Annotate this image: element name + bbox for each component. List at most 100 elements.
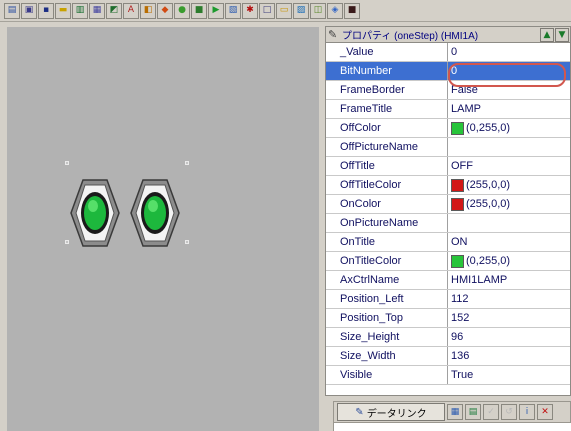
property-value[interactable]: (255,0,0) <box>448 195 570 213</box>
property-value[interactable]: True <box>448 366 570 384</box>
undo-button[interactable]: ↺ <box>501 404 517 420</box>
play-icon[interactable]: ▶ <box>208 2 224 19</box>
property-value[interactable]: (0,255,0) <box>448 119 570 137</box>
property-row[interactable]: OnTitleColor (0,255,0) <box>326 252 570 271</box>
property-value[interactable]: HMI1LAMP <box>448 271 570 289</box>
grid-button[interactable]: ▦ <box>447 404 463 420</box>
property-name: OnPictureName <box>326 214 448 232</box>
resize-handle[interactable] <box>65 161 69 165</box>
resize-handle[interactable] <box>185 240 189 244</box>
lamp-control-1[interactable] <box>69 177 121 249</box>
paint-icon[interactable]: ◈ <box>327 2 343 19</box>
property-row[interactable]: FrameTitle LAMP <box>326 100 570 119</box>
design-canvas[interactable] <box>7 27 319 431</box>
property-value[interactable]: (0,255,0) <box>448 252 570 270</box>
view-icon[interactable]: ▨ <box>293 2 309 19</box>
chart-icon[interactable]: ▥ <box>72 2 88 19</box>
property-row[interactable]: OnColor (255,0,0) <box>326 195 570 214</box>
lamp-icon <box>70 179 120 247</box>
property-name: OnColor <box>326 195 448 213</box>
property-value[interactable]: 136 <box>448 347 570 365</box>
datalink-tab[interactable]: ✎ データリンク <box>337 403 445 421</box>
property-value-text: OFF <box>451 160 473 172</box>
property-name: OnTitle <box>326 233 448 251</box>
switch-tool-icon[interactable]: ■ <box>191 2 207 19</box>
property-value[interactable]: 152 <box>448 309 570 327</box>
property-row[interactable]: OnTitle ON <box>326 233 570 252</box>
table-button[interactable]: ▤ <box>465 404 481 420</box>
palette-icon[interactable]: ◆ <box>157 2 173 19</box>
property-name: Position_Left <box>326 290 448 308</box>
property-name: FrameTitle <box>326 100 448 118</box>
property-value[interactable]: OFF <box>448 157 570 175</box>
datalink-label: データリンク <box>366 408 427 420</box>
folder-icon[interactable]: ▬ <box>55 2 71 19</box>
image-icon[interactable]: ◧ <box>140 2 156 19</box>
property-row[interactable]: OffPictureName <box>326 138 570 157</box>
property-value[interactable] <box>448 138 570 156</box>
property-name: OffTitleColor <box>326 176 448 194</box>
property-name: OnTitleColor <box>326 252 448 270</box>
property-row[interactable]: Position_Left 112 <box>326 290 570 309</box>
property-value-text: True <box>451 369 474 381</box>
property-value[interactable]: 0 <box>448 43 570 61</box>
main-toolbar: ▤ ▣ ▪ ▬ ▥ ▦ ◩ A ◧ ◆ ● ■ ▶ ▧ ✱ □ ▭ ▨ ◫ ◈ ■ <box>0 0 571 22</box>
property-row[interactable]: OnPictureName <box>326 214 570 233</box>
layer-icon[interactable]: ▭ <box>276 2 292 19</box>
dark-icon[interactable]: ■ <box>344 2 360 19</box>
save-icon[interactable]: ▪ <box>38 2 54 19</box>
image-tool-icon[interactable]: ◫ <box>310 2 326 19</box>
scroll-down-button[interactable]: ▼ <box>555 27 569 42</box>
property-name: OffColor <box>326 119 448 137</box>
property-row[interactable]: Visible True <box>326 366 570 385</box>
property-value[interactable]: 96 <box>448 328 570 346</box>
property-name: Visible <box>326 366 448 384</box>
property-row[interactable]: AxCtrlName HMI1LAMP <box>326 271 570 290</box>
close-icon[interactable]: ✕ <box>537 404 553 420</box>
property-row[interactable]: Position_Top 152 <box>326 309 570 328</box>
lamp-control-2[interactable] <box>129 177 181 249</box>
window-icon[interactable]: ▣ <box>21 2 37 19</box>
property-value-text: HMI1LAMP <box>451 274 508 286</box>
property-row[interactable]: OffTitle OFF <box>326 157 570 176</box>
property-value-text: 112 <box>451 293 469 305</box>
select-icon[interactable]: ◩ <box>106 2 122 19</box>
gear-icon[interactable]: ✱ <box>242 2 258 19</box>
screen-icon[interactable]: ▤ <box>4 2 20 19</box>
resize-handle[interactable] <box>65 240 69 244</box>
property-name: FrameBorder <box>326 81 448 99</box>
color-swatch <box>451 197 464 211</box>
property-value-text: (0,255,0) <box>466 122 511 134</box>
frame-icon[interactable]: □ <box>259 2 275 19</box>
property-value-text: LAMP <box>451 103 481 115</box>
property-value[interactable]: 112 <box>448 290 570 308</box>
property-value[interactable]: LAMP <box>448 100 570 118</box>
property-row[interactable]: OffColor (0,255,0) <box>326 119 570 138</box>
property-value[interactable]: ON <box>448 233 570 251</box>
property-row[interactable]: OffTitleColor (255,0,0) <box>326 176 570 195</box>
scroll-up-button[interactable]: ▲ <box>540 27 554 42</box>
property-value-text: (0,255,0) <box>466 255 511 267</box>
property-panel-title: プロパティ (oneStep) (HMI1A) <box>342 31 479 42</box>
text-tool-icon[interactable]: A <box>123 2 139 19</box>
property-value-text: 152 <box>451 312 470 324</box>
property-name: BitNumber <box>326 62 448 80</box>
link-icon[interactable]: ▧ <box>225 2 241 19</box>
property-value-text: 96 <box>451 331 464 343</box>
check-button[interactable]: ✓ <box>483 404 499 420</box>
property-value[interactable] <box>448 214 570 232</box>
property-row[interactable]: Size_Width 136 <box>326 347 570 366</box>
grid-icon[interactable]: ▦ <box>89 2 105 19</box>
property-value[interactable]: (255,0,0) <box>448 176 570 194</box>
property-panel: ✎ プロパティ (oneStep) (HMI1A) ▲ ▼ _Value 0 Bit… <box>325 26 571 396</box>
property-name: Size_Height <box>326 328 448 346</box>
resize-handle[interactable] <box>185 161 189 165</box>
property-row[interactable]: Size_Height 96 <box>326 328 570 347</box>
property-row[interactable]: _Value 0 <box>326 43 570 62</box>
property-value-text: (255,0,0) <box>466 179 511 191</box>
property-name: Position_Top <box>326 309 448 327</box>
datalink-area <box>333 423 571 431</box>
highlight-ring <box>448 63 566 87</box>
lamp-tool-icon[interactable]: ● <box>174 2 190 19</box>
info-button[interactable]: i <box>519 404 535 420</box>
